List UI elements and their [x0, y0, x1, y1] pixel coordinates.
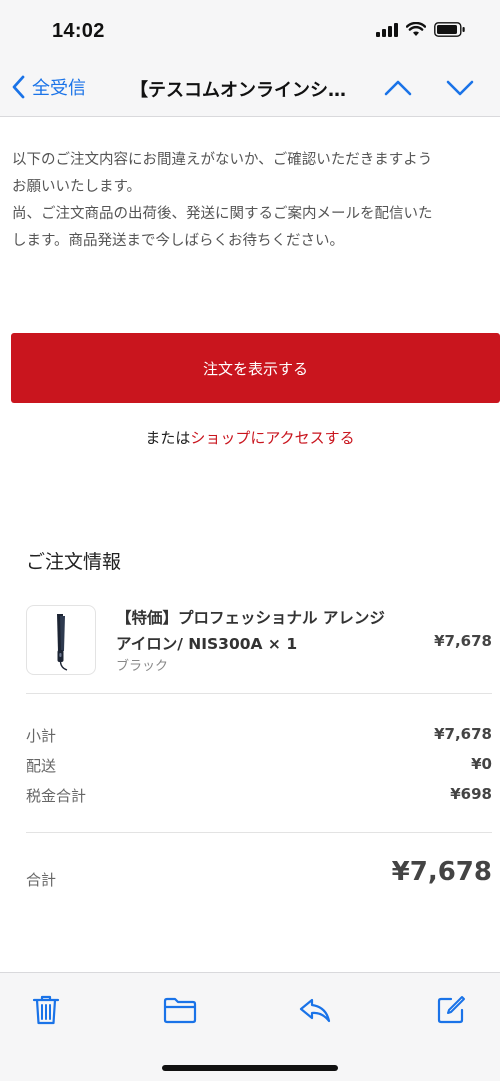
nav-bar: 全受信 【テスコムオンラインシ…	[0, 64, 500, 117]
email-body: 以下のご注文内容にお間違えがないか、ご確認いただきますよう お願いいたします。 …	[0, 117, 500, 971]
folder-icon	[163, 997, 197, 1024]
status-time: 14:02	[52, 20, 105, 42]
previous-message-button[interactable]	[383, 76, 413, 104]
summary-row-tax: 税金合計 ¥698	[26, 785, 492, 809]
summary-value: ¥7,678	[434, 725, 492, 743]
reply-icon	[299, 998, 331, 1023]
total-label: 合計	[26, 871, 57, 889]
status-bar: 14:02	[0, 0, 500, 64]
wifi-icon	[406, 22, 426, 36]
intro-text: 以下のご注文内容にお間違えがないか、ご確認いただきますよう お願いいたします。 …	[12, 147, 500, 255]
total-row: 合計 ¥7,678	[26, 857, 492, 897]
move-to-folder-button[interactable]	[163, 993, 197, 1027]
chevron-up-icon	[384, 80, 412, 96]
delete-button[interactable]	[29, 993, 63, 1027]
summary-label: 税金合計	[26, 787, 87, 805]
bottom-toolbar	[0, 972, 500, 1081]
chevron-down-icon	[446, 80, 474, 96]
product-variant: ブラック	[116, 659, 169, 674]
compose-button[interactable]	[434, 993, 468, 1027]
divider	[26, 832, 492, 833]
view-order-button[interactable]: 注文を表示する	[11, 333, 500, 403]
chevron-left-icon	[12, 75, 25, 99]
total-value: ¥7,678	[391, 857, 492, 887]
summary-label: 小計	[26, 727, 57, 745]
back-button[interactable]: 全受信	[10, 74, 86, 100]
order-info-title: ご注文情報	[26, 551, 122, 573]
summary-value: ¥698	[450, 785, 492, 803]
compose-icon	[437, 996, 465, 1024]
view-order-label: 注文を表示する	[202, 359, 308, 378]
divider	[26, 693, 492, 694]
summary-row-shipping: 配送 ¥0	[26, 755, 492, 779]
summary-row-subtotal: 小計 ¥7,678	[26, 725, 492, 749]
trash-icon	[32, 995, 60, 1025]
back-label: 全受信	[32, 78, 86, 99]
next-message-button[interactable]	[445, 76, 475, 104]
product-name-line: 【特価】プロフェッショナル アレンジ	[116, 609, 385, 627]
reply-button[interactable]	[298, 993, 332, 1027]
status-icons	[376, 22, 466, 37]
intro-line: お願いいたします。	[12, 179, 142, 195]
intro-line: します。商品発送まで今しばらくお待ちください。	[12, 233, 345, 249]
summary-label: 配送	[26, 757, 57, 775]
battery-icon	[434, 22, 465, 37]
home-indicator[interactable]	[162, 1065, 338, 1071]
signal-icon	[376, 22, 398, 37]
order-item: 【特価】プロフェッショナル アレンジ アイロン/ NIS300A × 1 ブラッ…	[26, 605, 492, 675]
intro-line: 尚、ご注文商品の出荷後、発送に関するご案内メールを配信いた	[12, 206, 433, 222]
shop-access-link[interactable]: ショップにアクセスする	[190, 429, 354, 447]
shop-access-line: またはショップにアクセスする	[0, 427, 500, 448]
hair-iron-image	[57, 614, 68, 671]
product-price: ¥7,678	[434, 632, 492, 650]
product-image	[26, 605, 96, 675]
product-name-line: アイロン/ NIS300A × 1	[116, 635, 298, 653]
or-text: または	[145, 429, 191, 447]
intro-line: 以下のご注文内容にお間違えがないか、ご確認いただきますよう	[12, 152, 433, 168]
summary-value: ¥0	[471, 755, 492, 773]
product-name: 【特価】プロフェッショナル アレンジ アイロン/ NIS300A × 1	[116, 605, 416, 657]
email-subject: 【テスコムオンラインシ…	[130, 80, 346, 101]
